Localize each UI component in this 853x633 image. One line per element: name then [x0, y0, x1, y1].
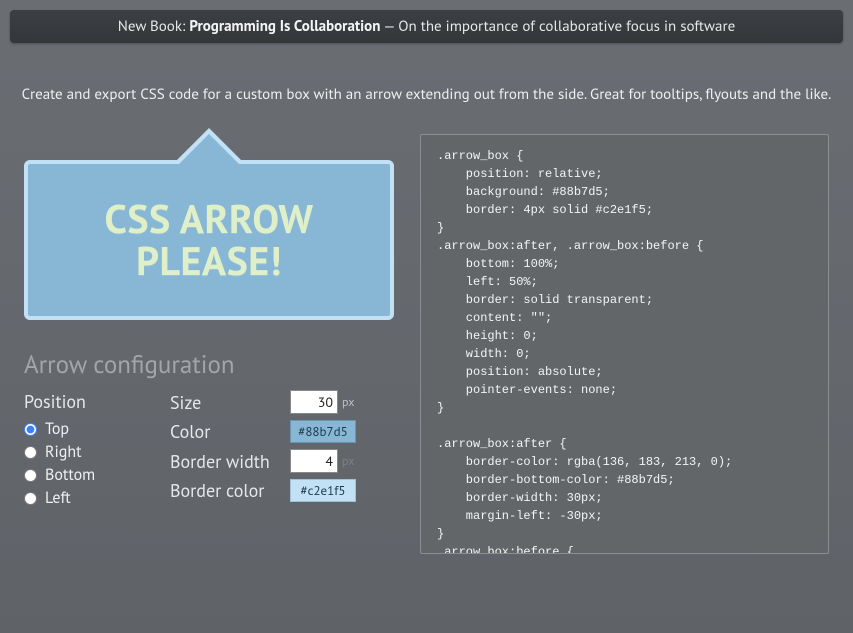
position-radio-top-input[interactable]	[24, 423, 37, 436]
position-radio-bottom[interactable]: Bottom	[24, 465, 144, 485]
border-color-input[interactable]	[290, 479, 356, 502]
position-radio-right-label: Right	[45, 442, 82, 462]
preview-title: CSS ARROW PLEASE!	[44, 198, 374, 282]
position-radio-right-input[interactable]	[24, 446, 37, 459]
position-radio-right[interactable]: Right	[24, 442, 144, 462]
position-radio-left-label: Left	[45, 488, 71, 508]
banner-title: Programming Is Collaboration	[189, 17, 380, 36]
promo-banner[interactable]: New Book: Programming Is Collaboration —…	[10, 10, 843, 43]
position-radio-bottom-input[interactable]	[24, 469, 37, 482]
css-output-panel[interactable]: .arrow_box { position: relative; backgro…	[420, 134, 829, 554]
color-label: Color	[170, 420, 290, 443]
position-radio-bottom-label: Bottom	[45, 465, 95, 485]
size-input[interactable]	[290, 390, 338, 414]
border-width-label: Border width	[170, 450, 290, 473]
size-label: Size	[170, 391, 290, 414]
border-width-input[interactable]	[290, 449, 338, 473]
config-heading: Arrow configuration	[24, 348, 394, 380]
border-color-label: Border color	[170, 479, 290, 502]
position-radio-top-label: Top	[45, 419, 69, 439]
border-width-unit: px	[342, 454, 354, 469]
tagline: Create and export CSS code for a custom …	[20, 85, 833, 104]
position-group-label: Position	[24, 390, 144, 413]
position-radio-top[interactable]: Top	[24, 419, 144, 439]
size-unit: px	[342, 395, 354, 410]
arrow-box-preview: CSS ARROW PLEASE!	[24, 160, 394, 320]
position-radio-left-input[interactable]	[24, 492, 37, 505]
banner-suffix: — On the importance of collaborative foc…	[380, 17, 735, 36]
position-radio-left[interactable]: Left	[24, 488, 144, 508]
banner-prefix: New Book:	[118, 17, 190, 36]
color-input[interactable]	[290, 420, 356, 443]
